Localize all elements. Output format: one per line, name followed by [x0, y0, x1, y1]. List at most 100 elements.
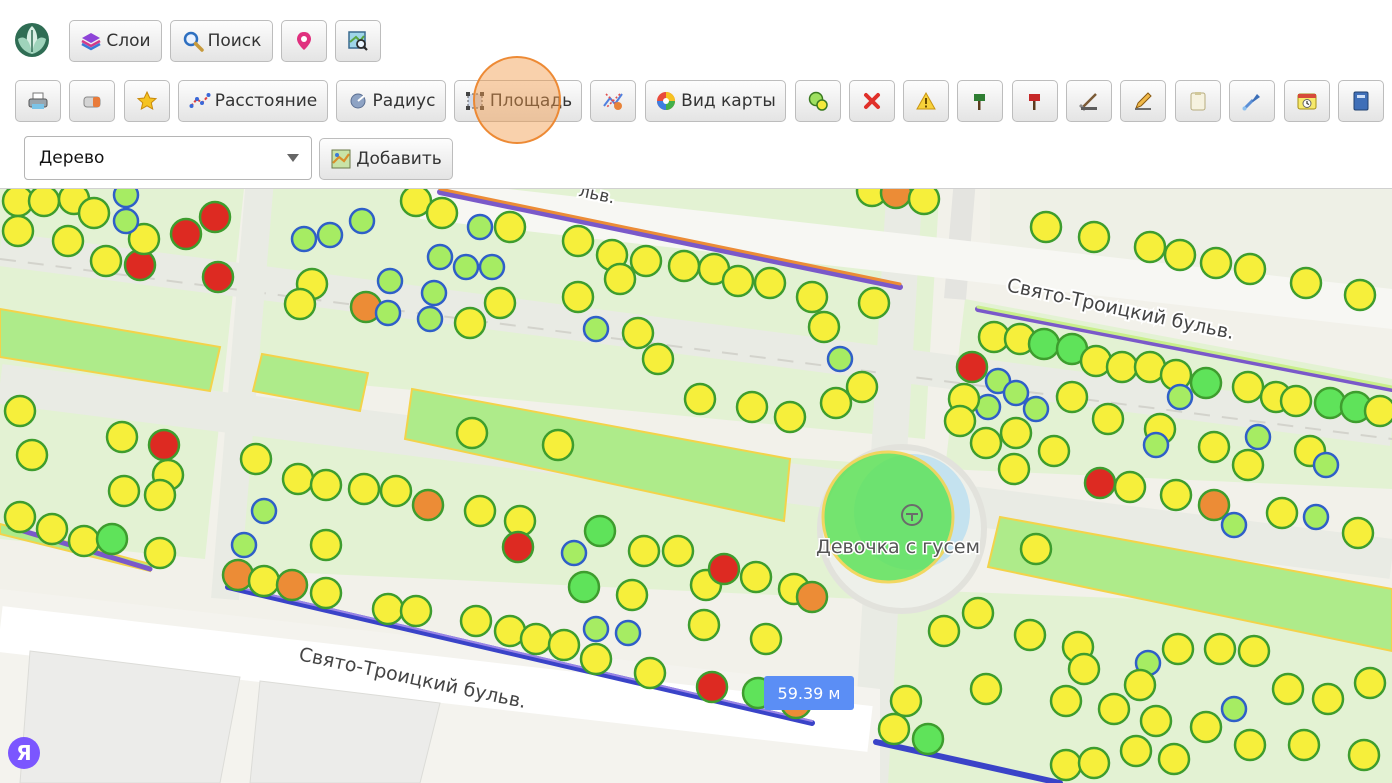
search-button[interactable]: Поиск [170, 20, 273, 62]
tree-marker[interactable] [376, 267, 404, 295]
tree-marker[interactable] [147, 428, 181, 462]
tree-marker[interactable] [1363, 394, 1392, 428]
edit-button[interactable] [1120, 80, 1166, 122]
tree-marker[interactable] [250, 497, 278, 525]
tree-marker[interactable] [1166, 383, 1194, 411]
tree-marker[interactable] [1119, 734, 1153, 768]
tree-marker[interactable] [999, 416, 1033, 450]
map-view-button[interactable]: Вид карты [645, 80, 786, 122]
tree-marker[interactable] [1055, 380, 1089, 414]
tree-marker[interactable] [1013, 618, 1047, 652]
tree-marker[interactable] [239, 442, 273, 476]
tree-marker[interactable] [416, 305, 444, 333]
tree-marker[interactable] [1244, 423, 1272, 451]
tree-marker[interactable] [1233, 728, 1267, 762]
tree-marker[interactable] [1237, 634, 1271, 668]
tree-marker[interactable] [1027, 327, 1061, 361]
tree-marker[interactable] [826, 345, 854, 373]
tree-marker[interactable] [143, 536, 177, 570]
tree-marker[interactable] [1231, 370, 1265, 404]
tree-marker[interactable] [51, 224, 85, 258]
tree-marker[interactable] [749, 622, 783, 656]
tree-marker[interactable] [453, 306, 487, 340]
tree-marker[interactable] [1105, 350, 1139, 384]
tree-marker[interactable] [1083, 466, 1117, 500]
tree-marker[interactable] [290, 225, 318, 253]
tree-marker[interactable] [1049, 684, 1083, 718]
tree-marker[interactable] [627, 534, 661, 568]
tree-marker[interactable] [541, 428, 575, 462]
tree-marker[interactable] [1077, 746, 1111, 780]
tree-marker[interactable] [1197, 488, 1231, 522]
tree-marker[interactable] [1091, 402, 1125, 436]
tree-marker[interactable] [3, 500, 37, 534]
radius-button[interactable]: Радиус [336, 80, 446, 122]
distance-button[interactable]: Расстояние [178, 80, 328, 122]
tree-marker[interactable] [1123, 668, 1157, 702]
tree-marker[interactable] [911, 722, 945, 756]
tree-marker[interactable] [1189, 366, 1223, 400]
tree-marker[interactable] [1049, 748, 1083, 782]
tree-marker[interactable] [1, 214, 35, 248]
pipette-button[interactable] [1229, 80, 1275, 122]
tree-marker[interactable] [283, 287, 317, 321]
tree-marker[interactable] [889, 684, 923, 718]
tree-marker[interactable] [275, 568, 309, 602]
tree-marker[interactable] [105, 420, 139, 454]
tree-marker[interactable] [230, 531, 258, 559]
tree-marker[interactable] [493, 210, 527, 244]
tree-marker[interactable] [877, 712, 911, 746]
tree-marker[interactable] [1289, 266, 1323, 300]
tree-marker[interactable] [1231, 448, 1265, 482]
tree-marker[interactable] [107, 474, 141, 508]
tree-marker[interactable] [633, 656, 667, 690]
tree-marker[interactable] [879, 189, 913, 210]
object-type-select[interactable]: Дерево [24, 136, 312, 180]
tree-marker[interactable] [735, 390, 769, 424]
tree-marker[interactable] [547, 628, 581, 662]
tree-marker[interactable] [519, 622, 553, 656]
tree-marker[interactable] [1203, 632, 1237, 666]
tree-marker[interactable] [943, 404, 977, 438]
tree-marker[interactable] [425, 196, 459, 230]
tree-marker[interactable] [845, 370, 879, 404]
tree-marker[interactable] [997, 452, 1031, 486]
tree-marker[interactable] [3, 394, 37, 428]
tree-marker[interactable] [603, 262, 637, 296]
tree-marker[interactable] [857, 286, 891, 320]
tree-marker[interactable] [1220, 511, 1248, 539]
layers-button[interactable]: Слои [69, 20, 162, 62]
tree-marker[interactable] [309, 468, 343, 502]
tree-marker[interactable] [1189, 710, 1223, 744]
tree-marker[interactable] [201, 260, 235, 294]
tree-marker[interactable] [1279, 384, 1313, 418]
green-flag-button[interactable] [957, 80, 1003, 122]
tree-marker[interactable] [1139, 704, 1173, 738]
tree-marker[interactable] [560, 539, 588, 567]
history-button[interactable] [1284, 80, 1330, 122]
tree-marker[interactable] [795, 580, 829, 614]
map-canvas[interactable]: Свято-Троицкий бульв. Свято-Троицкий бул… [0, 188, 1392, 783]
delete-button[interactable] [849, 80, 895, 122]
tree-marker[interactable] [112, 189, 140, 209]
tree-marker[interactable] [641, 342, 675, 376]
tree-marker[interactable] [927, 614, 961, 648]
tree-marker[interactable] [1343, 278, 1377, 312]
tree-marker[interactable] [411, 488, 445, 522]
tree-marker[interactable] [819, 386, 853, 420]
tree-marker[interactable] [1029, 210, 1063, 244]
tree-marker[interactable] [379, 474, 413, 508]
tree-marker[interactable] [316, 221, 344, 249]
tree-marker[interactable] [1002, 379, 1030, 407]
eraser-button[interactable] [69, 80, 115, 122]
tree-marker[interactable] [1353, 666, 1387, 700]
tree-marker[interactable] [629, 244, 663, 278]
tree-marker[interactable] [582, 315, 610, 343]
tree-marker[interactable] [501, 530, 535, 564]
tree-marker[interactable] [1157, 742, 1191, 776]
tree-marker[interactable] [661, 534, 695, 568]
tree-marker[interactable] [687, 608, 721, 642]
tree-marker[interactable] [247, 564, 281, 598]
tree-marker[interactable] [1067, 652, 1101, 686]
area-button[interactable]: Площадь [454, 80, 582, 122]
